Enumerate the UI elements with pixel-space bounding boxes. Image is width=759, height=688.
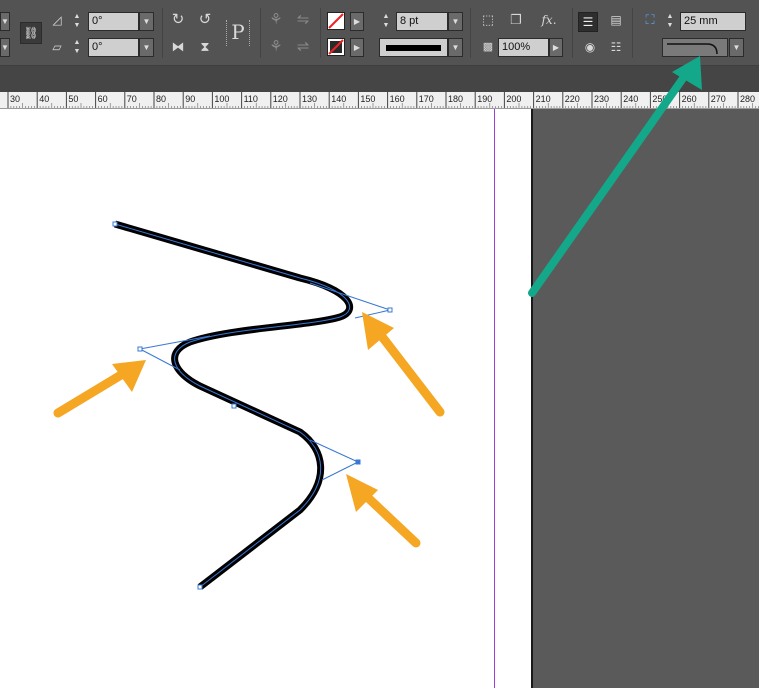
direction-handle-line	[321, 461, 359, 481]
artwork-layer	[53, 56, 702, 590]
orange-arrow-left	[53, 360, 146, 418]
corner-handle-point[interactable]	[355, 459, 361, 465]
anchor-point-start[interactable]	[112, 221, 118, 227]
indesign-window: ▼ ▼ ⛓ ◿ ▲ ▼ 0° ▼ ▱ ▲ ▼ 0° ▼ ↻ ↺ ⧓ ⧗ P ⚘ ⇋ …	[0, 0, 759, 688]
corner-handle-point[interactable]	[137, 346, 143, 352]
orange-arrow-bottom	[346, 474, 421, 548]
orange-arrow-right	[362, 312, 445, 417]
corner-handle-point[interactable]	[387, 307, 393, 313]
orange-annotation-arrows	[53, 312, 445, 548]
direction-handle-line	[354, 309, 391, 319]
green-annotation-arrow	[528, 56, 702, 297]
anchor-point-end[interactable]	[197, 584, 203, 590]
anchor-point-mid[interactable]	[231, 403, 237, 409]
